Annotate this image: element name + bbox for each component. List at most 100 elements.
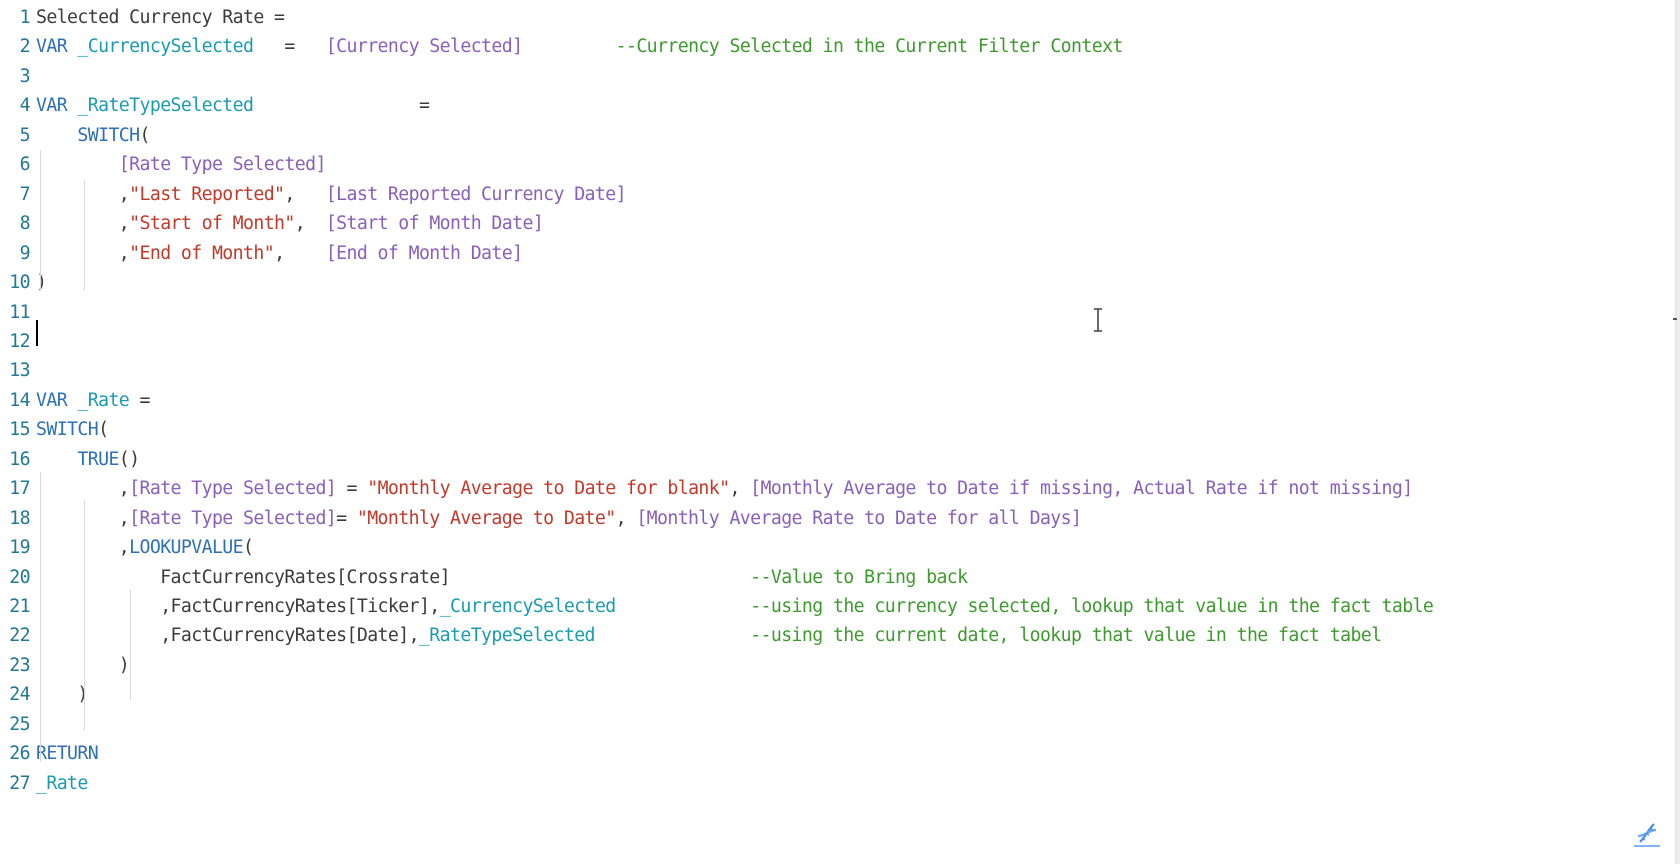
token-kw: SWITCH <box>77 124 140 146</box>
scrollbar-cursor-marker <box>1673 318 1677 320</box>
code-line[interactable]: 17 ,[Rate Type Selected] = "Monthly Aver… <box>0 473 1413 504</box>
token-op: , <box>36 478 130 500</box>
code-text: VAR _Rate = <box>36 385 150 416</box>
code-text: Selected Currency Rate = <box>36 2 285 33</box>
code-text: SWITCH( <box>36 120 150 151</box>
token-op: , <box>294 213 326 235</box>
token-meas: [Rate Type Selected] <box>118 154 327 176</box>
code-text: FactCurrencyRates[Crossrate] --Value to … <box>36 562 968 593</box>
indent-guide <box>40 472 41 762</box>
token-var: _RateTypeSelected <box>77 95 254 117</box>
token-plain: ,FactCurrencyRates[Date], <box>36 625 419 647</box>
token-op: , <box>36 213 130 235</box>
code-line[interactable]: 24 ) <box>0 679 88 710</box>
code-line[interactable]: 7 ,"Last Reported", [Last Reported Curre… <box>0 179 627 210</box>
line-number: 15 <box>9 419 30 441</box>
token-op: , <box>36 507 130 529</box>
token-op: = <box>129 389 151 411</box>
line-number: 17 <box>9 478 30 500</box>
token-op: ( <box>98 419 109 441</box>
code-text: ) <box>36 267 47 298</box>
code-line[interactable]: 6 [Rate Type Selected] <box>0 149 327 180</box>
line-number: 6 <box>19 154 31 176</box>
code-line[interactable]: 5 SWITCH( <box>0 120 151 151</box>
code-text: VAR _RateTypeSelected = <box>36 90 430 121</box>
line-number: 19 <box>9 537 30 559</box>
code-line[interactable]: 21 ,FactCurrencyRates[Ticker],_CurrencyS… <box>0 591 1434 622</box>
text-caret <box>36 320 38 346</box>
line-number: 5 <box>19 124 31 146</box>
token-meas: [End of Month Date] <box>325 242 523 264</box>
code-text: ,"Last Reported", [Last Reported Currenc… <box>36 179 627 210</box>
token-op: () <box>118 448 140 470</box>
token-kw: RETURN <box>36 743 99 765</box>
code-line[interactable]: 8 ,"Start of Month", [Start of Month Dat… <box>0 208 544 239</box>
token-op: ) <box>36 684 88 706</box>
code-text: ,"Start of Month", [Start of Month Date] <box>36 208 544 239</box>
token-op: , <box>36 183 130 205</box>
code-text: ) <box>36 679 88 710</box>
token-op: , <box>284 183 326 205</box>
code-line[interactable]: 3 <box>0 61 36 92</box>
code-line[interactable]: 26 RETURN <box>0 738 98 769</box>
token-meas: [Rate Type Selected] <box>129 507 337 529</box>
dax-formula-editor[interactable]: 1 Selected Currency Rate = 2 VAR _CurrencyS… <box>0 0 1676 864</box>
code-text: ,LOOKUPVALUE( <box>36 532 254 563</box>
code-line[interactable]: 22 ,FactCurrencyRates[Date],_RateTypeSel… <box>0 620 1382 651</box>
token-op: = <box>336 478 368 500</box>
code-line[interactable]: 4 VAR _RateTypeSelected = <box>0 90 430 121</box>
token-op: ( <box>139 124 151 146</box>
token-meas: [Currency Selected] <box>325 36 523 58</box>
token-kw: LOOKUPVALUE <box>129 537 244 559</box>
line-number: 18 <box>9 507 30 529</box>
line-number: 9 <box>19 242 31 264</box>
token-com: --Value to Bring back <box>750 566 968 588</box>
code-line[interactable]: 9 ,"End of Month", [End of Month Date] <box>0 238 523 269</box>
code-line[interactable]: 19 ,LOOKUPVALUE( <box>0 532 254 563</box>
token-var: _Rate <box>36 772 88 794</box>
code-line[interactable]: 23 ) <box>0 650 129 681</box>
code-line[interactable]: 18 ,[Rate Type Selected]= "Monthly Avera… <box>0 503 1082 534</box>
code-line[interactable]: 12 <box>0 326 36 357</box>
line-number: 4 <box>19 95 31 117</box>
token-op: ) <box>36 654 130 676</box>
line-number: 11 <box>9 301 30 323</box>
code-text: RETURN <box>36 738 99 769</box>
code-text: _Rate <box>36 768 88 799</box>
line-number: 27 <box>9 772 30 794</box>
code-line[interactable]: 27 _Rate <box>0 768 88 799</box>
dna-subscribe-icon[interactable] <box>1632 818 1662 848</box>
i-beam-cursor-icon <box>1094 308 1102 332</box>
token-meas: [Start of Month Date] <box>325 213 544 235</box>
code-line[interactable]: 1 Selected Currency Rate = <box>0 2 285 33</box>
code-line[interactable]: 14 VAR _Rate = <box>0 385 150 416</box>
token-op: , <box>274 242 326 264</box>
token-com: --Currency Selected in the Current Filte… <box>615 36 1124 58</box>
code-line[interactable]: 11 <box>0 297 36 328</box>
token-op: , <box>615 507 637 529</box>
token-str: "Monthly Average to Date" <box>356 507 616 529</box>
line-number: 3 <box>19 65 31 87</box>
vertical-scrollbar[interactable] <box>1675 0 1680 864</box>
line-number: 8 <box>19 213 31 235</box>
code-line[interactable]: 2 VAR _CurrencySelected = [Currency Selec… <box>0 31 1124 62</box>
token-kw: SWITCH <box>36 419 99 441</box>
code-line[interactable]: 15 SWITCH( <box>0 414 109 445</box>
code-line[interactable]: 16 TRUE() <box>0 444 140 475</box>
code-text: ,FactCurrencyRates[Ticker],_CurrencySele… <box>36 591 1434 622</box>
line-number: 25 <box>9 713 30 735</box>
code-line[interactable]: 13 <box>0 355 36 386</box>
line-number: 22 <box>9 625 30 647</box>
token-com: --using the currency selected, lookup th… <box>750 596 1434 617</box>
token-op: = <box>253 95 430 117</box>
token-kw: TRUE <box>77 448 119 470</box>
code-text: ,[Rate Type Selected]= "Monthly Average … <box>36 503 1082 534</box>
token-str: "Monthly Average to Date for blank" <box>367 478 730 500</box>
token-var: _CurrencySelected <box>77 36 254 58</box>
token-var: _CurrencySelected <box>439 596 617 617</box>
code-line[interactable]: 20 FactCurrencyRates[Crossrate] --Value … <box>0 562 968 593</box>
code-line[interactable]: 25 <box>0 709 36 740</box>
